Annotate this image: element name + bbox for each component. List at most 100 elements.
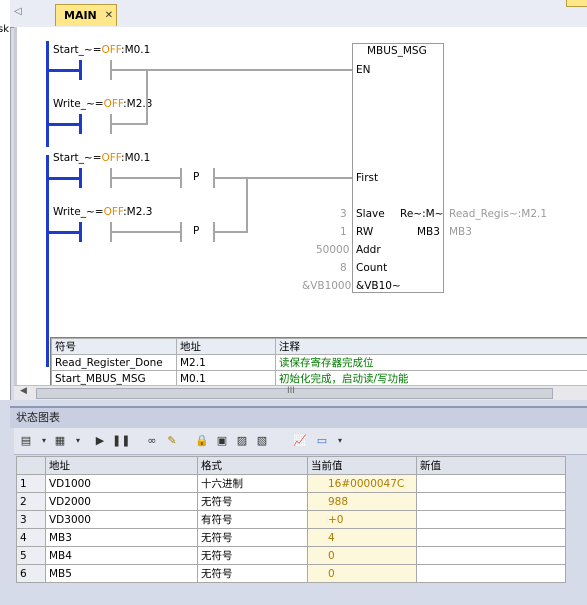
pin-count: Count <box>356 262 388 274</box>
chevron-down-icon[interactable]: ▾ <box>332 433 348 448</box>
p-contact-bar[interactable] <box>180 222 182 242</box>
format-cell[interactable]: 有符号 <box>197 510 308 529</box>
branch-join-wire <box>146 69 148 125</box>
lock-icon[interactable]: 🔒 <box>194 433 210 448</box>
ladder-editor[interactable]: Start_~=OFF:M0.1 Write_~=OFF:M2.3 Start_… <box>14 27 587 385</box>
table-row[interactable]: 3 VD3000 有符号 +0 <box>16 510 566 529</box>
chevron-down-icon[interactable]: ▾ <box>70 433 86 448</box>
new-value-cell[interactable] <box>416 510 566 529</box>
addr-value: 50000 <box>316 244 350 256</box>
row-number: 6 <box>16 564 46 583</box>
symbol-header: 符号 <box>51 338 177 355</box>
new-value-cell[interactable] <box>416 492 566 511</box>
table-row[interactable]: Read_Register_Done M2.1 读保存寄存器完成位 <box>51 354 587 371</box>
trend-chart-icon[interactable]: 📈 <box>292 433 308 448</box>
error-output: MB3 <box>449 226 472 238</box>
pin-first: First <box>356 172 379 184</box>
scrollbar-thumb[interactable]: III <box>36 386 553 399</box>
address-cell[interactable]: VD1000 <box>45 474 198 493</box>
new-value-cell[interactable] <box>416 564 566 583</box>
pin-done: Re~:M~ <box>400 208 444 220</box>
branch-wire <box>215 231 247 233</box>
tab-main-label: MAIN <box>64 9 97 22</box>
new-value-cell[interactable] <box>416 546 566 565</box>
address-cell[interactable]: MB5 <box>45 564 198 583</box>
scroll-left-icon[interactable]: ◀ <box>20 386 27 396</box>
symbol-table: 符号 地址 注释 Read_Register_Done M2.1 读保存寄存器完… <box>50 337 587 387</box>
new-value-cell[interactable] <box>416 528 566 547</box>
left-panel-edge: sk <box>0 0 11 400</box>
current-value-header: 当前值 <box>307 456 417 475</box>
en-wire <box>112 69 353 71</box>
symbol-cell: Read_Register_Done <box>51 354 177 371</box>
run-icon[interactable]: ▶ <box>92 433 108 448</box>
contact-label: Start_~=OFF:M0.1 <box>53 152 151 164</box>
new-value-cell[interactable] <box>416 474 566 493</box>
contact-left-bar[interactable] <box>79 114 82 134</box>
corner-cell <box>16 456 46 475</box>
power-rail <box>46 155 49 367</box>
address-cell[interactable]: VD2000 <box>45 492 198 511</box>
pin-slave: Slave <box>356 208 385 220</box>
horizontal-scrollbar[interactable]: ◀ III <box>14 385 587 400</box>
address-cell[interactable]: MB4 <box>45 546 198 565</box>
insert-icon[interactable]: ▦ <box>52 433 68 448</box>
table-row[interactable]: 6 MB5 无符号 0 <box>16 564 566 583</box>
pin-error: MB3 <box>417 226 440 238</box>
contact-left-bar[interactable] <box>79 60 82 80</box>
force-icon[interactable]: ▨ <box>234 433 250 448</box>
status-chart-title: 状态图表 <box>10 406 587 428</box>
close-icon[interactable]: ✕ <box>105 5 113 27</box>
contact-wire <box>49 123 79 126</box>
row-number: 4 <box>16 528 46 547</box>
tab-main[interactable]: MAIN ✕ <box>55 4 117 26</box>
pin-dataptr: &VB10~ <box>356 280 401 292</box>
current-value-cell: 4 <box>307 528 417 547</box>
row-number: 3 <box>16 510 46 529</box>
pin-en: EN <box>356 64 371 76</box>
current-value-cell: 0 <box>307 546 417 565</box>
format-cell[interactable]: 无符号 <box>197 564 308 583</box>
contact-left-bar[interactable] <box>79 168 82 188</box>
pencil-icon[interactable]: ✎ <box>164 433 180 448</box>
contact-label: Write_~=OFF:M2.3 <box>53 206 153 218</box>
contact-left-bar[interactable] <box>79 222 82 242</box>
table-row[interactable]: 4 MB3 无符号 4 <box>16 528 566 547</box>
address-cell[interactable]: MB3 <box>45 528 198 547</box>
chevron-down-icon[interactable]: ▾ <box>36 433 52 448</box>
row-number: 5 <box>16 546 46 565</box>
add-row-icon[interactable]: ▤ <box>18 433 34 448</box>
count-value: 8 <box>340 262 347 274</box>
pin-addr: Addr <box>356 244 381 256</box>
unforce-all-icon[interactable]: ▧ <box>254 433 270 448</box>
wire <box>112 231 180 233</box>
address-cell[interactable]: VD3000 <box>45 510 198 529</box>
tab-corner-decoration <box>566 0 587 7</box>
p-contact-label: P <box>193 171 200 183</box>
block-title: MBUS_MSG <box>367 45 427 57</box>
format-cell[interactable]: 十六进制 <box>197 474 308 493</box>
comment-cell: 读保存寄存器完成位 <box>275 354 587 371</box>
table-row[interactable]: 1 VD1000 十六进制 16#0000047C <box>16 474 566 493</box>
format-cell[interactable]: 无符号 <box>197 546 308 565</box>
p-contact-bar[interactable] <box>180 168 182 188</box>
current-value-cell: 988 <box>307 492 417 511</box>
current-value-cell: +0 <box>307 510 417 529</box>
done-output: Read_Regis~:M2.1 <box>449 208 548 220</box>
row-number: 1 <box>16 474 46 493</box>
glasses-icon[interactable]: ∞ <box>144 433 160 448</box>
table-row[interactable]: 2 VD2000 无符号 988 <box>16 492 566 511</box>
tag-icon[interactable]: ▭ <box>314 433 330 448</box>
contact-label: Start_~=OFF:M0.1 <box>53 44 151 56</box>
table-row[interactable]: 5 MB4 无符号 0 <box>16 546 566 565</box>
left-panel-text: sk <box>0 24 10 35</box>
lock-toggle-icon[interactable]: ▣ <box>214 433 230 448</box>
current-value-cell: 0 <box>307 564 417 583</box>
format-cell[interactable]: 无符号 <box>197 492 308 511</box>
pause-icon[interactable]: ❚❚ <box>112 433 130 448</box>
format-cell[interactable]: 无符号 <box>197 528 308 547</box>
address-cell: M2.1 <box>176 354 276 371</box>
tab-scroll-left-icon[interactable]: ◁ <box>14 6 26 20</box>
branch-wire <box>112 123 147 125</box>
dataptr-value: &VB1000 <box>302 280 352 292</box>
